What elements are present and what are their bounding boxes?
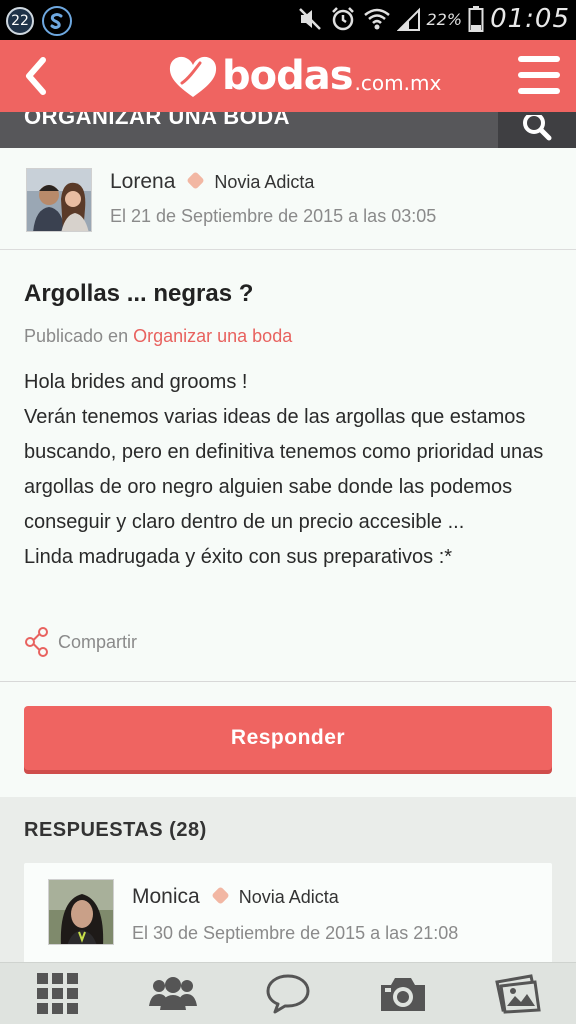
nav-camera-button[interactable] xyxy=(368,966,438,1022)
author-line: Lorena Novia Adicta xyxy=(110,170,314,194)
grid-icon xyxy=(36,972,78,1014)
mute-icon xyxy=(297,6,323,32)
nav-photos-button[interactable] xyxy=(483,966,553,1022)
responses-section: RESPUESTAS (28) Monica Novia Adicta El 30… xyxy=(0,797,576,973)
post-category-line: Publicado en Organizar una boda xyxy=(24,326,552,347)
search-icon xyxy=(523,115,552,141)
category-bar: ORGANIZAR UNA BODA xyxy=(0,112,576,148)
logo-domain: .com.mx xyxy=(354,71,442,95)
wifi-icon xyxy=(363,6,391,32)
chat-icon xyxy=(266,974,310,1013)
app-screen: 22 22% 01:05 bodas .com.mx ORGANIZAR UNA… xyxy=(0,0,576,1024)
reply-section: Responder xyxy=(0,682,576,798)
author-level: Novia Adicta xyxy=(214,172,315,192)
post-category-link[interactable]: Organizar una boda xyxy=(133,326,292,346)
battery-percent: 22% xyxy=(426,9,463,29)
reply-button[interactable]: Responder xyxy=(24,706,552,770)
share-icon xyxy=(25,627,48,657)
menu-button[interactable] xyxy=(516,52,562,98)
share-label: Compartir xyxy=(58,631,138,652)
camera-icon xyxy=(381,977,426,1011)
signal-icon xyxy=(396,6,421,32)
forum-post: Lorena Novia Adicta El 21 de Septiembre d… xyxy=(0,148,576,798)
photos-icon xyxy=(495,973,542,1014)
author-name[interactable]: Lorena xyxy=(110,170,175,193)
responder-level: Novia Adicta xyxy=(238,887,339,907)
status-left: 22 xyxy=(6,6,72,36)
hamburger-icon-bar xyxy=(518,56,560,62)
notification-count-badge: 22 xyxy=(6,7,34,35)
post-title: Argollas ... negras ? xyxy=(24,280,254,307)
share-button[interactable]: Compartir xyxy=(24,627,137,657)
nav-chat-button[interactable] xyxy=(253,966,323,1022)
back-arrow-icon xyxy=(26,57,46,95)
post-author-row: Lorena Novia Adicta El 21 de Septiembre d… xyxy=(0,148,576,250)
responder-name[interactable]: Monica xyxy=(132,885,200,908)
published-prefix: Publicado en xyxy=(24,326,129,346)
level-dot-icon xyxy=(186,171,206,190)
post-text: Hola brides and grooms ! Verán tenemos v… xyxy=(24,365,552,575)
app-notification-icon xyxy=(42,6,72,36)
post-date: El 21 de Septiembre de 2015 a las 03:05 xyxy=(110,206,437,226)
status-bar: 22 22% 01:05 xyxy=(0,0,576,40)
post-text-line: Hola brides and grooms ! xyxy=(24,371,248,393)
hamburger-icon-bar xyxy=(518,88,560,94)
bottom-nav xyxy=(0,962,576,1024)
response-card[interactable]: Monica Novia Adicta El 30 de Septiembre d… xyxy=(24,863,552,973)
brand-logo[interactable]: bodas .com.mx xyxy=(168,48,441,104)
clock: 01:05 xyxy=(490,4,570,34)
status-right: 22% 01:05 xyxy=(297,4,571,34)
category-title[interactable]: ORGANIZAR UNA BODA xyxy=(24,112,290,130)
responder-line: Monica Novia Adicta xyxy=(132,885,339,909)
nav-community-button[interactable] xyxy=(138,966,208,1022)
post-text-line: Linda madrugada y éxito con sus preparat… xyxy=(24,546,453,568)
hamburger-icon-bar xyxy=(518,72,560,78)
responses-title: RESPUESTAS (28) xyxy=(24,819,207,841)
author-avatar[interactable] xyxy=(26,168,92,232)
responder-avatar[interactable] xyxy=(48,879,114,945)
post-text-line: Verán tenemos varias ideas de las argoll… xyxy=(24,406,544,533)
community-icon xyxy=(148,976,197,1010)
heart-logo-icon xyxy=(169,56,217,97)
battery-icon xyxy=(468,5,484,33)
nav-grid-button[interactable] xyxy=(23,966,93,1022)
response-date: El 30 de Septiembre de 2015 a las 21:08 xyxy=(132,923,459,943)
logo-wordmark: bodas xyxy=(222,53,354,99)
search-button[interactable] xyxy=(498,112,576,148)
level-dot-icon xyxy=(211,886,230,905)
alarm-icon xyxy=(329,5,357,33)
back-button[interactable] xyxy=(8,48,64,104)
app-bar: bodas .com.mx xyxy=(0,40,576,112)
post-body: Argollas ... negras ? Publicado en Organ… xyxy=(0,250,576,682)
